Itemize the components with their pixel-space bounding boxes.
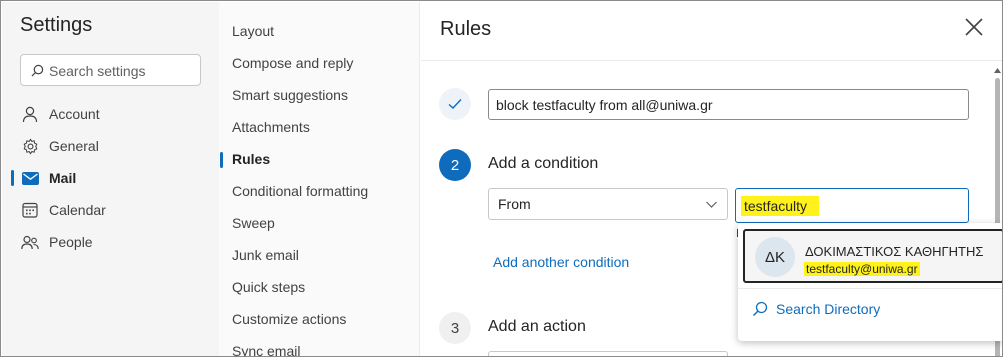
nav-item-label: People (49, 234, 93, 250)
checkmark-icon (448, 99, 462, 109)
settings-nav: Settings Account General Mail Calendar P… (2, 2, 219, 356)
settings-window: Settings Account General Mail Calendar P… (0, 0, 1003, 357)
mail-section-smart-suggestions[interactable]: Smart suggestions (232, 84, 348, 106)
close-button[interactable] (963, 16, 985, 38)
mail-section-layout[interactable]: Layout (232, 20, 274, 42)
mail-section-compose-and-reply[interactable]: Compose and reply (232, 52, 353, 74)
step-2-badge: 2 (439, 149, 471, 181)
chevron-down-icon (706, 201, 717, 208)
nav-item-account[interactable]: Account (20, 101, 210, 127)
nav-item-calendar[interactable]: Calendar (20, 197, 210, 223)
mail-section-quick-steps[interactable]: Quick steps (232, 276, 305, 298)
suggestion-person-item[interactable]: ΔΚ ΔΟΚΙΜΑΣΤΙΚΟΣ ΚΑΘΗΓΗΤΗΣ testfaculty@un… (743, 229, 1002, 283)
nav-item-mail[interactable]: Mail (20, 165, 210, 191)
mail-section-sync-email[interactable]: Sync email (232, 340, 300, 356)
mail-section-sweep[interactable]: Sweep (232, 212, 275, 234)
nav-item-label: General (49, 138, 99, 154)
active-section-indicator (220, 152, 223, 168)
settings-title: Settings (20, 14, 93, 36)
action-type-select[interactable] (488, 351, 728, 356)
people-suggestions-popup: ΔΚ ΔΟΚΙΜΑΣΤΙΚΟΣ ΚΑΘΗΓΗΤΗΣ testfaculty@un… (738, 223, 1002, 341)
mail-section-junk-email[interactable]: Junk email (232, 244, 299, 266)
step-3-badge: 3 (439, 312, 471, 344)
search-settings-box[interactable] (20, 54, 201, 86)
suggestion-person-email: testfaculty@uniwa.gr (804, 262, 920, 276)
mail-settings-list: Layout Compose and reply Smart suggestio… (219, 2, 420, 356)
people-icon (20, 232, 40, 252)
nav-item-label: Account (49, 106, 100, 122)
add-another-condition-link[interactable]: Add another condition (493, 254, 629, 270)
search-directory-button[interactable]: Search Directory (752, 301, 880, 317)
nav-item-label: Calendar (49, 202, 106, 218)
search-icon (753, 301, 768, 316)
mail-icon (20, 168, 40, 188)
avatar: ΔΚ (755, 237, 795, 277)
mail-section-customize-actions[interactable]: Customize actions (232, 308, 346, 330)
nav-item-label: Mail (49, 170, 77, 186)
rule-name-field[interactable] (488, 89, 969, 120)
search-icon (31, 64, 44, 77)
suggestion-person-name: ΔΟΚΙΜΑΣΤΙΚΟΣ ΚΑΘΗΓΗΤΗΣ (805, 244, 984, 259)
step-complete-badge (439, 88, 471, 120)
nav-item-people[interactable]: People (20, 229, 210, 255)
search-directory-label: Search Directory (776, 301, 881, 317)
popup-divider (738, 288, 1002, 289)
close-icon (965, 18, 983, 36)
active-nav-indicator (11, 170, 14, 186)
nav-item-general[interactable]: General (20, 133, 210, 159)
mail-section-conditional-formatting[interactable]: Conditional formatting (232, 180, 368, 202)
calendar-icon (20, 200, 40, 220)
condition-value-input[interactable] (741, 195, 819, 216)
header-divider (421, 60, 1002, 61)
condition-type-value: From (498, 196, 531, 212)
step-2-label: Add a condition (488, 155, 599, 172)
panel-title: Rules (440, 18, 492, 40)
mail-section-rules[interactable]: Rules (232, 148, 270, 170)
scroll-up-arrow-icon[interactable] (994, 68, 1001, 73)
condition-value-box[interactable] (735, 188, 969, 223)
mail-section-attachments[interactable]: Attachments (232, 116, 310, 138)
gear-icon (20, 136, 40, 156)
search-settings-input[interactable] (49, 61, 194, 81)
person-icon (20, 104, 40, 124)
condition-type-select[interactable]: From (488, 188, 728, 220)
step-3-label: Add an action (488, 318, 586, 335)
